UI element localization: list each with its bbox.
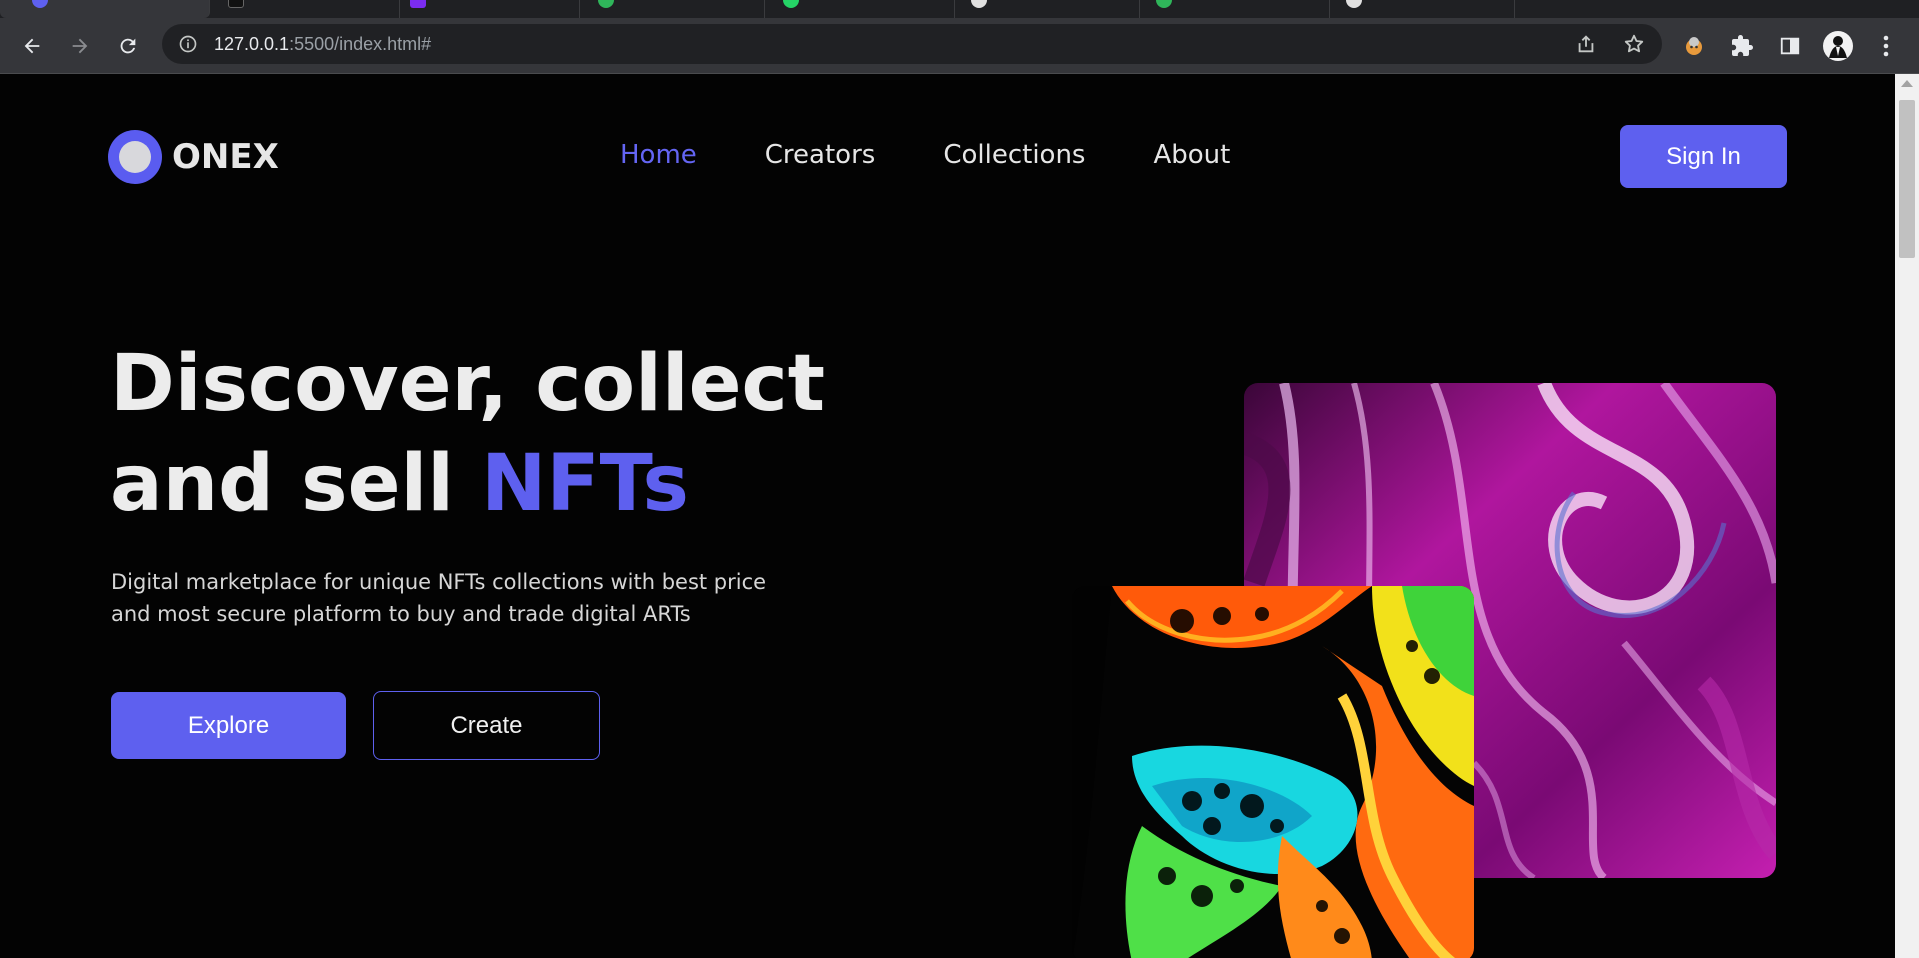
site-nav: Home Creators Collections About [620,140,1298,170]
side-panel-icon[interactable] [1774,30,1806,62]
back-button[interactable] [16,30,48,62]
browser-tab[interactable] [955,0,1140,18]
sign-in-button[interactable]: Sign In [1620,125,1787,188]
tab-favicon-icon [1156,0,1172,8]
browser-tab[interactable] [1140,0,1330,18]
tab-favicon-icon [32,0,48,8]
scroll-up-arrow-icon[interactable] [1901,80,1913,87]
whatsapp-icon [783,0,799,8]
page-viewport: ONEX Home Creators Collections About Sig… [0,74,1895,958]
url-host: 127.0.0.1 [214,34,290,54]
extensions-puzzle-icon[interactable] [1726,30,1758,62]
site-logo[interactable]: ONEX [108,130,279,184]
back-icon [24,38,40,54]
browser-tab[interactable] [400,0,580,18]
nav-home-link[interactable]: Home [620,140,697,170]
forward-icon [72,38,88,54]
browser-tab-active[interactable] [0,0,210,18]
hero-title-line1: Discover, collect [110,339,825,429]
site-info-icon[interactable] [176,32,200,56]
browser-tab-strip [0,0,1919,18]
logo-mark-icon [108,130,162,184]
create-button[interactable]: Create [373,691,600,760]
hero-title-accent: NFTs [481,439,689,529]
profile-avatar-icon[interactable] [1822,30,1854,62]
tab-favicon-icon [598,0,614,8]
browser-tab[interactable] [580,0,765,18]
browser-tab[interactable] [1330,0,1515,18]
page-scrollbar[interactable] [1895,74,1919,958]
reload-icon [120,38,136,54]
browser-tab[interactable] [765,0,955,18]
hero-title-line2-prefix: and sell [110,439,482,529]
url-path: :5500/index.html# [289,34,432,54]
extension-avatar-icon[interactable] [1678,30,1710,62]
logo-text: ONEX [172,137,279,177]
hero-subtitle: Digital marketplace for unique NFTs coll… [111,570,767,626]
browser-tab[interactable] [210,0,400,18]
reload-button[interactable] [112,30,144,62]
tab-favicon-icon [228,0,244,8]
address-bar-url[interactable]: 127.0.0.1:5500/index.html# [214,34,431,55]
bookmark-star-icon[interactable] [1622,32,1646,56]
browser-toolbar: 127.0.0.1:5500/index.html# [0,18,1919,74]
hero-title: Discover, collect and sell NFTs [110,334,825,534]
explore-button[interactable]: Explore [111,692,346,759]
forward-button[interactable] [64,30,96,62]
tab-favicon-icon [410,0,426,8]
nav-about-link[interactable]: About [1153,140,1230,170]
address-bar[interactable]: 127.0.0.1:5500/index.html# [162,24,1662,64]
nav-creators-link[interactable]: Creators [765,140,876,170]
tab-favicon-icon [1346,0,1362,8]
share-icon[interactable] [1574,32,1598,56]
tab-favicon-icon [971,0,987,8]
menu-kebab-icon[interactable] [1870,30,1902,62]
nav-collections-link[interactable]: Collections [943,140,1085,170]
hero-artwork-colorful [1072,586,1474,958]
scrollbar-thumb[interactable] [1899,100,1915,258]
